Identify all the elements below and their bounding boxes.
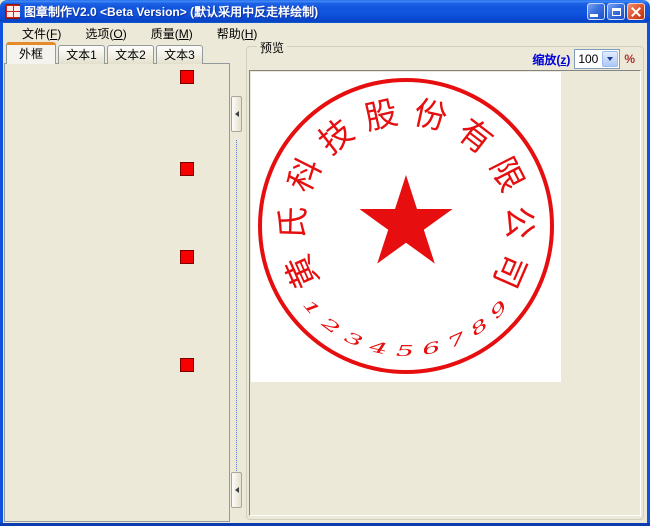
chevron-left-icon [235, 111, 239, 117]
zoom-select[interactable]: 100 [574, 49, 620, 69]
splitter-dotted-line [236, 140, 237, 475]
window-border-left[interactable] [0, 23, 3, 526]
minimize-button[interactable] [587, 3, 605, 20]
center-frame-color-swatch[interactable] [180, 358, 194, 372]
chevron-down-icon[interactable] [602, 51, 618, 67]
chevron-left-icon [235, 487, 239, 493]
tab-text3[interactable]: 文本3 [156, 45, 203, 64]
close-button[interactable] [627, 3, 645, 20]
outer-frame-tab-page [4, 63, 230, 522]
splitter-collapse-button-bottom[interactable] [231, 472, 242, 508]
menu-bar: 文件(F) 选项(O) 质量(M) 帮助(H) [3, 23, 647, 44]
app-window: 图章制作V2.0 <Beta Version> (默认采用中反走样绘制) 文件(… [0, 0, 650, 526]
window-titlebar: 图章制作V2.0 <Beta Version> (默认采用中反走样绘制) [0, 0, 650, 23]
window-controls [587, 3, 645, 20]
stamp-preview: 黄氏科技股份有限公司 1 2 3 4 5 6 7 8 9 [251, 72, 561, 382]
menu-quality[interactable]: 质量(M) [142, 23, 202, 44]
border-line-color-swatch[interactable] [180, 70, 194, 84]
app-icon [5, 4, 20, 19]
panel-splitter[interactable] [230, 44, 244, 523]
stamp-canvas: 黄氏科技股份有限公司 1 2 3 4 5 6 7 8 9 [251, 72, 561, 382]
tab-outer-frame[interactable]: 外框 [6, 42, 56, 64]
window-title: 图章制作V2.0 <Beta Version> (默认采用中反走样绘制) [24, 3, 587, 20]
close-icon [631, 7, 641, 17]
inner-line-color-swatch[interactable] [180, 162, 194, 176]
percent-label: % [624, 52, 635, 66]
preview-group-title: 预览 [257, 39, 287, 56]
preview-group: 预览 缩放(z) 100 % 黄氏科技股份有限公司 [246, 46, 644, 520]
tab-text1[interactable]: 文本1 [58, 45, 105, 64]
preview-client-area: 黄氏科技股份有限公司 1 2 3 4 5 6 7 8 9 [249, 70, 641, 516]
zoom-label: 缩放(z) [532, 51, 570, 68]
tab-text2[interactable]: 文本2 [107, 45, 154, 64]
stamp-star-icon [359, 175, 452, 264]
maximize-button[interactable] [607, 3, 625, 20]
menu-options[interactable]: 选项(O) [76, 23, 135, 44]
maximize-icon [612, 8, 621, 16]
splitter-collapse-button-top[interactable] [231, 96, 242, 132]
symbol-color-swatch[interactable] [180, 250, 194, 264]
menu-file[interactable]: 文件(F) [13, 23, 70, 44]
minimize-icon [590, 14, 598, 17]
zoom-value: 100 [578, 52, 598, 66]
zoom-controls: 缩放(z) 100 % [532, 49, 635, 69]
